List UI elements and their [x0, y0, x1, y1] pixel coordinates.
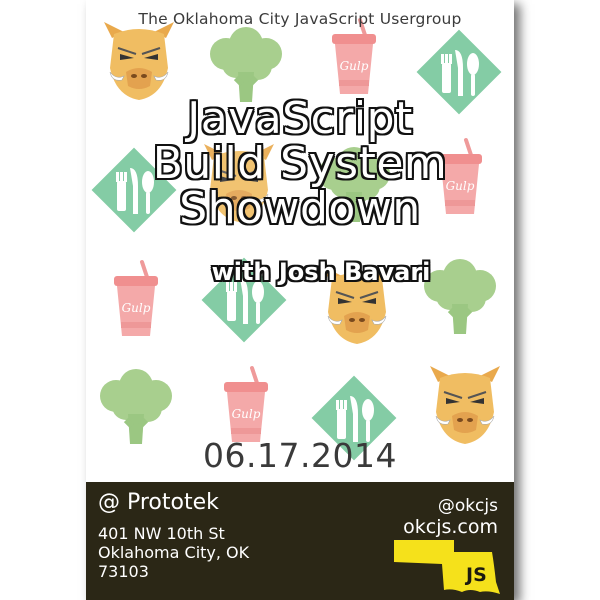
- address-zip: 73103: [98, 562, 149, 581]
- venue-footer: @ Prototek 401 NW 10th St Oklahoma City,…: [86, 482, 514, 600]
- event-date: 06.17.2014: [203, 436, 397, 475]
- gulp-cup-label: Gulp: [232, 407, 261, 421]
- decorative-pattern: Gulp Gulp Gulp Gulp: [91, 18, 502, 461]
- event-poster: Gulp Gulp Gulp Gulp The Oklahoma City Ja…: [86, 0, 514, 600]
- grunt-boar-icon: [429, 365, 501, 445]
- gulp-cup-label: Gulp: [122, 301, 151, 315]
- address-street: 401 NW 10th St: [98, 524, 225, 543]
- event-title-line-3: Showdown: [179, 183, 421, 234]
- event-title-line-2: Build System: [152, 138, 448, 189]
- website-link[interactable]: okcjs.com: [403, 516, 498, 538]
- gulp-cup-label: Gulp: [340, 59, 369, 73]
- grunt-boar-icon: [103, 21, 175, 101]
- address-city: Oklahoma City, OK: [98, 543, 250, 562]
- organization-name: The Oklahoma City JavaScript Usergroup: [138, 10, 462, 28]
- oklahoma-state-logo-icon: [394, 540, 500, 594]
- gulp-cup-icon: Gulp: [222, 366, 270, 444]
- twitter-handle[interactable]: @okcjs: [438, 496, 498, 516]
- broccoli-icon: [210, 27, 282, 102]
- event-title: JavaScript Build System Showdown: [86, 96, 514, 231]
- gulp-cup-icon: Gulp: [330, 18, 378, 96]
- event-title-line-1: JavaScript: [187, 93, 413, 144]
- speaker-line: with Josh Bavari: [211, 258, 431, 286]
- js-logo-text: JS: [466, 564, 487, 586]
- broccoli-icon: [100, 369, 172, 444]
- venue-name: @ Prototek: [98, 490, 219, 515]
